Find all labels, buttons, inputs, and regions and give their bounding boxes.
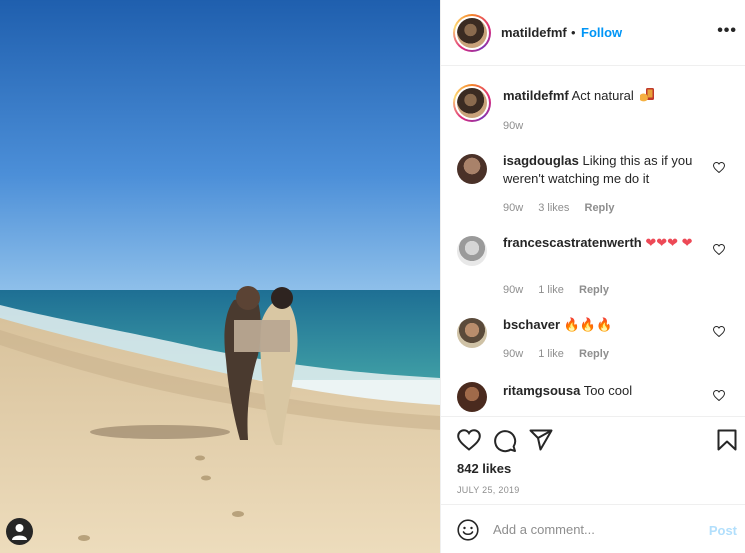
heart-outline-icon (713, 390, 725, 401)
comment-body: Act natural (571, 88, 634, 103)
comment-meta: 90w 1 like Reply (503, 284, 621, 296)
comment-text: francescastratenwerth ❤❤❤ ❤ (503, 234, 718, 252)
comments-list: matildefmf Act natural 90w isagdouglas L… (441, 66, 745, 416)
comment-meta: 90w 3 likes Reply (503, 202, 626, 214)
post-header: matildefmf • Follow ••• (441, 0, 745, 66)
commenter-avatar[interactable] (457, 154, 487, 184)
emoji-button[interactable] (457, 519, 479, 544)
more-options-button[interactable]: ••• (717, 22, 737, 40)
commenter-avatar[interactable] (457, 382, 487, 412)
comment-item: bschaver 🔥🔥🔥 90w 1 like Reply (441, 308, 745, 372)
bookmark-icon (717, 429, 737, 451)
caption-author-avatar[interactable] (453, 84, 491, 122)
commenter-avatar[interactable] (457, 236, 487, 266)
comment-likes[interactable]: 1 like (538, 348, 564, 360)
post-date[interactable]: JULY 25, 2019 (457, 485, 520, 495)
post-photo[interactable] (0, 0, 440, 553)
tagged-users-button[interactable] (6, 518, 33, 545)
comment-username[interactable]: ritamgsousa (503, 383, 580, 398)
comment-meta: 90w (503, 120, 535, 132)
comment-time: 90w (503, 120, 524, 132)
add-comment-bar: Post (441, 504, 745, 553)
comment-text: isagdouglas Liking this as if you weren'… (503, 152, 703, 188)
post-actions: 842 likes JULY 25, 2019 (441, 416, 745, 504)
heart-outline-icon (713, 326, 725, 337)
comment-item: francescastratenwerth ❤❤❤ ❤ 90w 1 like R… (441, 226, 745, 308)
smiley-icon (457, 519, 479, 541)
hand-with-phone-icon (640, 88, 655, 102)
comment-username[interactable]: matildefmf (503, 88, 569, 103)
comment-bubble-icon (494, 430, 517, 453)
author-avatar[interactable] (453, 14, 491, 52)
comment-time: 90w (503, 348, 524, 360)
heart-outline-icon (713, 244, 725, 255)
reply-button[interactable]: Reply (579, 284, 609, 296)
post-comment-button[interactable]: Post (709, 523, 737, 538)
comment-time: 90w (503, 202, 524, 214)
comment-item: isagdouglas Liking this as if you weren'… (441, 144, 745, 226)
caption: matildefmf Act natural 90w (441, 66, 745, 144)
beach-photo (0, 0, 440, 553)
post-side-panel: matildefmf • Follow ••• matildefmf Act n… (440, 0, 745, 553)
comment-text: bschaver 🔥🔥🔥 (503, 316, 703, 334)
comment-item: ritamgsousa Too cool (441, 372, 745, 416)
comment-body: Too cool (583, 383, 633, 398)
heart-outline-icon (713, 162, 725, 173)
follow-button[interactable]: Follow (581, 25, 622, 40)
comment-time: 90w (503, 284, 524, 296)
like-comment-button[interactable] (713, 326, 725, 337)
comment-button[interactable] (493, 429, 517, 456)
comment-text: ritamgsousa Too cool (503, 382, 703, 400)
comment-likes[interactable]: 1 like (538, 284, 564, 296)
share-button[interactable] (529, 429, 553, 454)
caption-text: matildefmf Act natural (503, 87, 703, 105)
likes-count[interactable]: 842 likes (457, 461, 511, 476)
like-comment-button[interactable] (713, 390, 725, 401)
separator-dot: • (571, 25, 576, 40)
like-comment-button[interactable] (713, 244, 725, 255)
comment-body: ❤❤❤ ❤ (645, 235, 693, 250)
save-button[interactable] (717, 429, 737, 454)
comment-input[interactable] (493, 519, 693, 539)
heart-icon (457, 429, 481, 451)
comment-username[interactable]: bschaver (503, 317, 560, 332)
like-button[interactable] (457, 429, 481, 454)
paper-plane-icon (529, 429, 553, 451)
comment-likes[interactable]: 3 likes (538, 202, 569, 214)
comment-body: 🔥🔥🔥 (563, 317, 613, 332)
reply-button[interactable]: Reply (585, 202, 615, 214)
author-username[interactable]: matildefmf (501, 25, 567, 40)
comment-meta: 90w 1 like Reply (503, 348, 621, 360)
reply-button[interactable]: Reply (579, 348, 609, 360)
like-comment-button[interactable] (713, 162, 725, 173)
comment-username[interactable]: francescastratenwerth (503, 235, 642, 250)
commenter-avatar[interactable] (457, 318, 487, 348)
user-icon (12, 524, 27, 540)
comment-username[interactable]: isagdouglas (503, 153, 579, 168)
